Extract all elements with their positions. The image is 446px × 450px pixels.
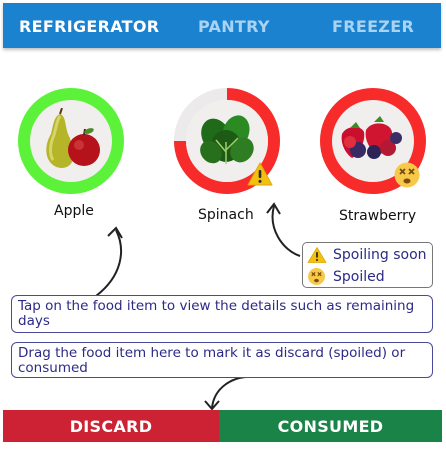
dizzy-face-icon	[308, 268, 325, 285]
warning-icon	[307, 247, 327, 263]
legend-item-spoiled: Spoiled	[307, 267, 385, 286]
legend-item-spoiling-soon: Spoiling soon	[307, 246, 427, 264]
drag-hint: Drag the food item here to mark it as di…	[11, 342, 433, 378]
status-legend: Spoiling soon Spoiled	[302, 242, 433, 288]
discard-drop-zone[interactable]: DISCARD	[3, 410, 219, 442]
discard-label: DISCARD	[69, 416, 153, 436]
consumed-label: CONSUMED	[277, 416, 384, 436]
tap-hint: Tap on the food item to view the details…	[11, 295, 433, 333]
consumed-drop-zone[interactable]: CONSUMED	[219, 410, 442, 442]
legend-label: Spoiled	[333, 268, 385, 285]
legend-label: Spoiling soon	[333, 247, 427, 263]
hint-arrows	[95, 202, 301, 411]
